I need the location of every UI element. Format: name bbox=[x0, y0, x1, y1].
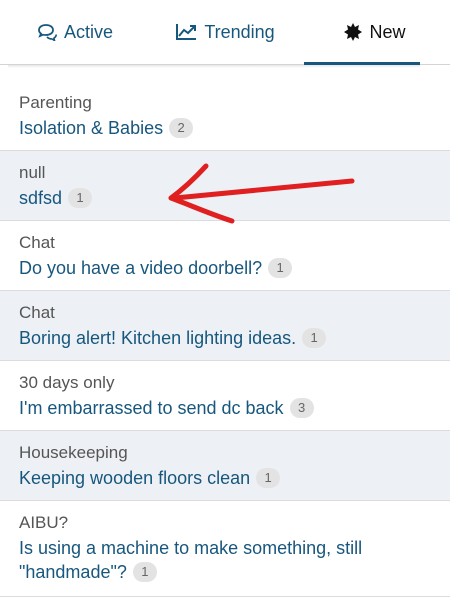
tab-active-label: Active bbox=[63, 21, 114, 42]
tab-active[interactable]: Active bbox=[0, 0, 150, 64]
reply-count-badge: 3 bbox=[289, 398, 314, 418]
thread-item[interactable]: null sdfsd 1 bbox=[0, 151, 450, 221]
thread-topic: AIBU? bbox=[19, 513, 69, 532]
reply-count-badge: 1 bbox=[132, 562, 157, 582]
thread-title-line: Keeping wooden floors clean 1 bbox=[19, 466, 432, 490]
thread-item[interactable]: Parenting Isolation & Babies 2 bbox=[0, 81, 450, 151]
thread-title-line: Boring alert! Kitchen lighting ideas. 1 bbox=[19, 326, 432, 350]
reply-count-badge: 1 bbox=[302, 328, 327, 348]
thread-topic: 30 days only bbox=[19, 373, 115, 392]
thread-topic: Chat bbox=[19, 233, 55, 252]
thread-item[interactable]: AIBU? Is using a machine to make somethi… bbox=[0, 501, 450, 597]
thread-title[interactable]: I'm embarrassed to send dc back bbox=[19, 398, 284, 418]
thread-item[interactable]: Chat Do you have a video doorbell? 1 bbox=[0, 221, 450, 291]
thread-title[interactable]: sdfsd bbox=[19, 188, 62, 208]
thread-title-line: Is using a machine to make something, st… bbox=[19, 536, 432, 584]
starburst-icon bbox=[344, 23, 363, 41]
reply-count-badge: 1 bbox=[68, 188, 93, 208]
thread-topic: null bbox=[19, 163, 46, 182]
thread-topic: Parenting bbox=[19, 93, 92, 112]
thread-title[interactable]: Boring alert! Kitchen lighting ideas. bbox=[19, 328, 296, 348]
thread-topic: Chat bbox=[19, 303, 55, 322]
thread-title[interactable]: Is using a machine to make something, st… bbox=[19, 538, 362, 582]
thread-title[interactable]: Keeping wooden floors clean bbox=[19, 468, 250, 488]
thread-item[interactable]: Housekeeping Keeping wooden floors clean… bbox=[0, 431, 450, 501]
reply-count-badge: 2 bbox=[169, 118, 194, 138]
tab-bar: Active Trending New bbox=[0, 0, 450, 68]
thread-title-line: sdfsd 1 bbox=[19, 186, 432, 210]
thread-title-line: Isolation & Babies 2 bbox=[19, 116, 432, 140]
tab-new[interactable]: New bbox=[300, 0, 450, 65]
reply-count-badge: 1 bbox=[268, 258, 293, 278]
thread-title[interactable]: Isolation & Babies bbox=[19, 118, 163, 138]
thread-item[interactable]: Chat Boring alert! Kitchen lighting idea… bbox=[0, 291, 450, 361]
tab-new-label: New bbox=[369, 21, 406, 42]
thread-item[interactable]: 30 days only I'm embarrassed to send dc … bbox=[0, 361, 450, 431]
reply-count-badge: 1 bbox=[256, 468, 281, 488]
thread-topic: Housekeeping bbox=[19, 443, 128, 462]
thread-title[interactable]: Do you have a video doorbell? bbox=[19, 258, 262, 278]
thread-title-line: Do you have a video doorbell? 1 bbox=[19, 256, 432, 280]
trending-chart-icon bbox=[175, 23, 197, 41]
tab-trending-label: Trending bbox=[204, 21, 275, 42]
thread-title-line: I'm embarrassed to send dc back 3 bbox=[19, 396, 432, 420]
chat-bubbles-icon bbox=[37, 23, 57, 41]
thread-list: Parenting Isolation & Babies 2 null sdfsd… bbox=[0, 81, 450, 597]
tab-trending[interactable]: Trending bbox=[150, 0, 300, 64]
